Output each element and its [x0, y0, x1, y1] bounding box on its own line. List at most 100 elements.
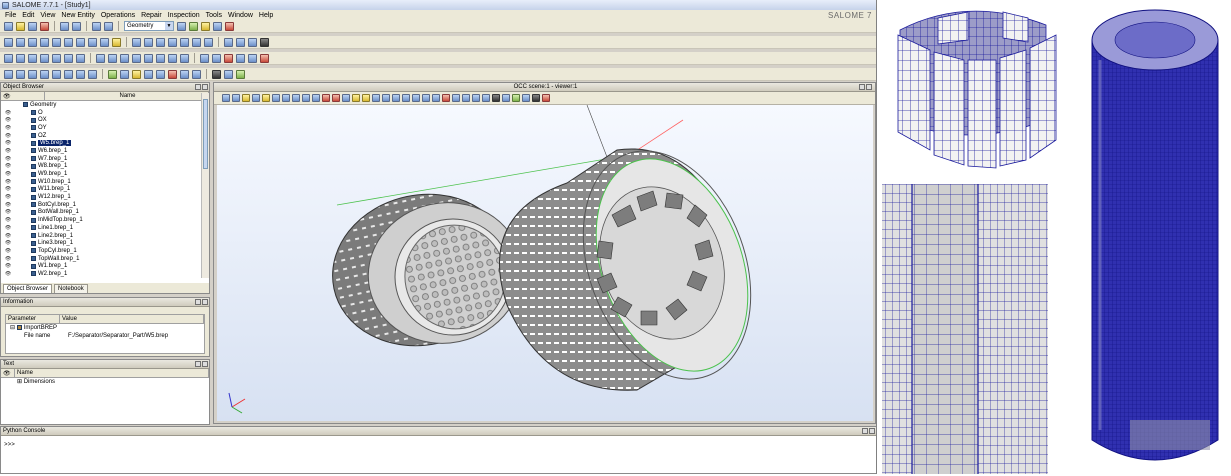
transparency-icon[interactable]	[144, 69, 153, 79]
menu-file[interactable]: File	[2, 12, 19, 19]
visibility-eye-icon[interactable]: 👁	[1, 248, 15, 254]
fit-area-icon[interactable]	[262, 94, 270, 102]
tree-item[interactable]: 👁 BotWall.brep_1	[1, 209, 209, 217]
blocks-icon[interactable]	[88, 69, 97, 79]
visibility-eye-icon[interactable]: 👁	[1, 179, 15, 185]
bird-icon[interactable]	[236, 69, 245, 79]
text-item-row[interactable]: ⊞ Dimensions	[1, 378, 209, 386]
close-icon[interactable]	[202, 299, 208, 305]
collapse-icon[interactable]: ⊟	[10, 324, 15, 331]
python-prompt[interactable]: >>>	[4, 441, 15, 448]
paravis-module-icon[interactable]	[213, 21, 222, 31]
wire-icon[interactable]	[28, 53, 37, 63]
paste-icon[interactable]	[72, 21, 81, 31]
cone-icon[interactable]	[168, 37, 177, 47]
value-column-header[interactable]: Value	[60, 315, 204, 323]
stereo-icon[interactable]	[512, 94, 520, 102]
filter-icon[interactable]	[120, 69, 129, 79]
global-pan-icon[interactable]	[302, 94, 310, 102]
menu-repair[interactable]: Repair	[138, 12, 165, 19]
close-icon[interactable]	[202, 361, 208, 367]
tree-item[interactable]: 👁 W7.brep_1	[1, 155, 209, 163]
visibility-eye-icon[interactable]: 👁	[1, 202, 15, 208]
visibility-eye-icon[interactable]: 👁	[1, 171, 15, 177]
tree-item[interactable]: 👁 InMidTop.brep_1	[1, 216, 209, 224]
visibility-eye-icon[interactable]: 👁	[1, 148, 15, 154]
rectangle-icon[interactable]	[180, 37, 189, 47]
mirror-icon[interactable]	[168, 53, 177, 63]
trihedron-icon[interactable]	[232, 94, 240, 102]
menu-edit[interactable]: Edit	[19, 12, 37, 19]
tree-item[interactable]: 👁 TopWall.brep_1	[1, 255, 209, 263]
visibility-eye-icon[interactable]: 👁	[1, 186, 15, 192]
light-bulb-icon[interactable]	[132, 69, 141, 79]
tree-item[interactable]: 👁 W6.brep_1	[1, 147, 209, 155]
filling-icon[interactable]	[248, 37, 257, 47]
float-icon[interactable]	[195, 299, 201, 305]
close-icon[interactable]	[869, 428, 875, 434]
menu-help[interactable]: Help	[256, 12, 276, 19]
cut-icon[interactable]	[120, 53, 129, 63]
edge-icon[interactable]	[16, 53, 25, 63]
text-name-column-header[interactable]: Name	[15, 369, 209, 377]
face-icon[interactable]	[40, 53, 49, 63]
module-selector[interactable]: Geometry ▼	[124, 21, 174, 31]
background-icon[interactable]	[492, 94, 500, 102]
color-icon[interactable]	[168, 69, 177, 79]
fuse-icon[interactable]	[96, 53, 105, 63]
visibility-eye-icon[interactable]: 👁	[1, 163, 15, 169]
vector-icon[interactable]	[76, 37, 85, 47]
ambient-icon[interactable]	[452, 94, 460, 102]
measure-icon[interactable]	[260, 37, 269, 47]
visibility-eye-icon[interactable]: 👁	[1, 125, 15, 131]
menu-tools[interactable]: Tools	[203, 12, 225, 19]
ellipse-face-icon[interactable]	[204, 37, 213, 47]
disk-icon[interactable]	[192, 37, 201, 47]
partition-icon[interactable]	[200, 53, 209, 63]
tree-item[interactable]: 👁 OX	[1, 116, 209, 124]
selection-mode-icon[interactable]	[242, 94, 250, 102]
visibility-column[interactable]: 👁	[1, 92, 45, 100]
point-icon[interactable]	[4, 37, 13, 47]
revolution-icon[interactable]	[236, 37, 245, 47]
arc-icon[interactable]	[52, 37, 61, 47]
info-node-row[interactable]: ⊟ ImportBREP	[6, 324, 204, 332]
open-folder-icon[interactable]	[16, 21, 25, 31]
rotate-cw-icon[interactable]	[412, 94, 420, 102]
tree-item[interactable]: 👁 W1.brep_1	[1, 262, 209, 270]
menu-new-entity[interactable]: New Entity	[58, 12, 97, 19]
right-view-icon[interactable]	[392, 94, 400, 102]
reset-view-icon[interactable]	[332, 94, 340, 102]
visibility-eye-icon[interactable]: 👁	[1, 140, 15, 146]
tree-item[interactable]: 👁 OY	[1, 124, 209, 132]
tree-item[interactable]: 👁 W9.brep_1	[1, 170, 209, 178]
vertical-scrollbar[interactable]	[201, 93, 209, 278]
plane-icon[interactable]	[88, 37, 97, 47]
pan-icon[interactable]	[292, 94, 300, 102]
group-icon[interactable]	[64, 69, 73, 79]
menu-inspection[interactable]: Inspection	[165, 12, 203, 19]
compound-icon[interactable]	[76, 53, 85, 63]
chamfer-icon[interactable]	[248, 53, 257, 63]
line-icon[interactable]	[16, 37, 25, 47]
scrollbar-thumb[interactable]	[203, 99, 208, 169]
float-icon[interactable]	[195, 361, 201, 367]
translation-icon[interactable]	[144, 53, 153, 63]
texture-icon[interactable]	[192, 69, 201, 79]
tab-notebook[interactable]: Notebook	[54, 284, 88, 293]
tree-item[interactable]: 👁 W12.brep_1	[1, 193, 209, 201]
new-document-icon[interactable]	[4, 21, 13, 31]
light-icon[interactable]	[532, 94, 540, 102]
graduated-axes-icon[interactable]	[442, 94, 450, 102]
more-icon[interactable]	[542, 94, 550, 102]
rotate-icon[interactable]	[312, 94, 320, 102]
edge-select-icon[interactable]	[28, 69, 37, 79]
face-select-icon[interactable]	[40, 69, 49, 79]
section-icon[interactable]	[132, 53, 141, 63]
close-icon[interactable]	[202, 84, 208, 90]
visibility-eye-icon[interactable]: 👁	[1, 240, 15, 246]
eye-icon[interactable]: 👁	[1, 369, 15, 377]
tree-item[interactable]: 👁 BotCyl.brep_1	[1, 201, 209, 209]
glue-icon[interactable]	[212, 53, 221, 63]
info-param-row[interactable]: File name F:/Separator/Separator_Part/W5…	[6, 332, 204, 340]
